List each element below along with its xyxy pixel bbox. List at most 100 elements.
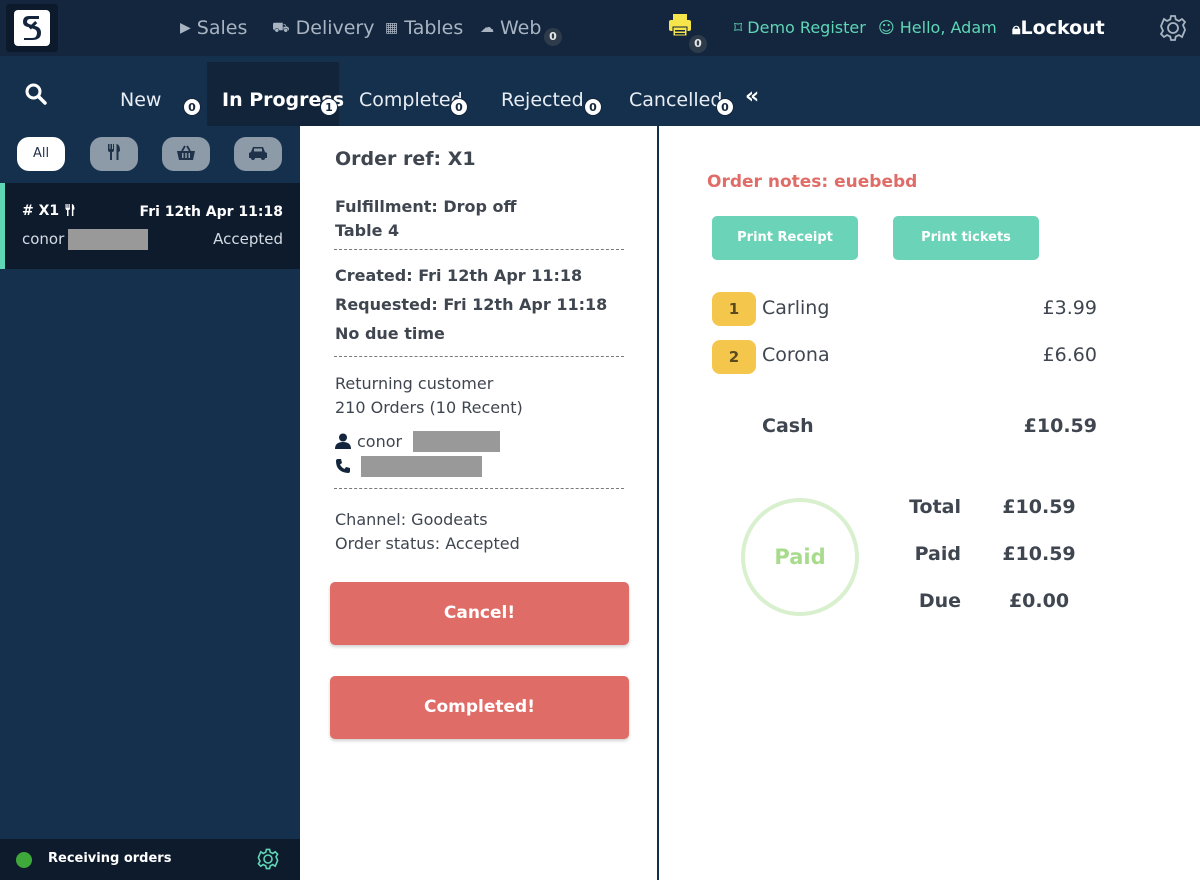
- due-time-text: No due time: [335, 324, 445, 343]
- tab-new[interactable]: New: [120, 62, 161, 126]
- app-logo[interactable]: [6, 4, 58, 52]
- lockout-label: Lockout: [1020, 17, 1105, 39]
- print-receipt-button[interactable]: Print Receipt: [712, 216, 858, 260]
- order-card-status: Accepted: [213, 230, 283, 248]
- order-card-customer: conor: [22, 230, 65, 248]
- register-link[interactable]: ⌑ Demo Register: [734, 18, 866, 38]
- collapse-panel-icon[interactable]: «: [745, 86, 759, 108]
- user-icon: ☺: [878, 18, 900, 37]
- nav-web[interactable]: ☁ Web: [480, 16, 541, 40]
- divider: [334, 488, 624, 489]
- phone-icon: [336, 459, 350, 473]
- cutlery-icon: [108, 144, 120, 160]
- item-name: Carling: [762, 297, 830, 319]
- top-bar: ▶ Sales ⛟ Delivery ▦ Tables ☁ Web 0 0 ⌑ Demo…: [0, 0, 1200, 56]
- cloud-icon: ☁: [480, 20, 494, 36]
- printer-icon[interactable]: [667, 12, 693, 38]
- customer-type-text: Returning customer: [335, 374, 494, 393]
- created-text: Created: Fri 12th Apr 11:18: [335, 266, 583, 285]
- paid-stamp: Paid: [741, 498, 859, 616]
- order-ref-title: Order ref: X1: [335, 148, 476, 170]
- fulfillment-text: Fulfillment: Drop off: [335, 197, 517, 216]
- customer-orders-text: 210 Orders (10 Recent): [335, 398, 523, 417]
- redacted-block: [68, 229, 148, 250]
- requested-text: Requested: Fri 12th Apr 11:18: [335, 295, 608, 314]
- cancel-order-button[interactable]: Cancel!: [330, 582, 629, 645]
- filter-collection[interactable]: [162, 137, 210, 171]
- order-summary-panel: Order notes: euebebd Print Receipt Print…: [661, 126, 1200, 880]
- summary-paid-value: £10.59: [1002, 543, 1076, 565]
- person-icon: [335, 433, 351, 449]
- tab-cancelled-label: Cancelled: [629, 89, 723, 111]
- customer-name-row: conor: [335, 432, 402, 451]
- tab-in-progress-badge: 1: [320, 98, 338, 116]
- cutlery-icon: [65, 204, 75, 216]
- selected-indicator: [0, 183, 5, 269]
- tab-cancelled-badge: 0: [716, 98, 734, 116]
- receiving-orders-status: Receiving orders: [48, 851, 172, 866]
- nav-tables-label: Tables: [404, 17, 464, 39]
- nav-web-label: Web: [500, 17, 542, 39]
- grid-icon: ▦: [385, 20, 399, 36]
- summary-total-value: £10.59: [1002, 496, 1076, 518]
- lock-icon: 🔒︎: [1012, 19, 1021, 38]
- order-details-panel: Order ref: X1 Fulfillment: Drop off Tabl…: [300, 126, 659, 880]
- item-quantity: 1: [712, 292, 756, 326]
- summary-due-value: £0.00: [1008, 590, 1070, 612]
- tab-cancelled[interactable]: Cancelled: [629, 62, 722, 126]
- tab-completed[interactable]: Completed: [359, 62, 463, 126]
- tab-completed-badge: 0: [450, 98, 468, 116]
- order-tabs-bar: New 0 In Progress 1 Completed 0 Rejected…: [0, 56, 1200, 126]
- item-price: £6.60: [1042, 344, 1097, 366]
- redacted-block: [361, 456, 482, 477]
- order-status-text: Order status: Accepted: [335, 534, 520, 553]
- tab-in-progress[interactable]: In Progress: [207, 62, 344, 126]
- tab-rejected[interactable]: Rejected: [501, 62, 584, 126]
- sidebar-footer: Receiving orders: [0, 839, 300, 880]
- filter-dine-in[interactable]: [90, 137, 138, 171]
- summary-due-label: Due: [918, 590, 961, 612]
- tab-completed-label: Completed: [359, 89, 463, 111]
- item-name: Corona: [762, 344, 830, 366]
- orders-sidebar: All # X1 Fri 12th Apr 11:18 conor Accept…: [0, 126, 300, 880]
- search-icon[interactable]: [24, 82, 48, 110]
- logo-icon: [14, 10, 50, 46]
- item-quantity: 2: [712, 340, 756, 374]
- printer-badge: 0: [689, 35, 707, 53]
- payment-amount: £10.59: [1023, 415, 1097, 437]
- order-card-date: Fri 12th Apr 11:18: [139, 204, 283, 220]
- item-price: £3.99: [1042, 297, 1097, 319]
- lockout-button[interactable]: 🔒︎Lockout: [1012, 16, 1105, 41]
- summary-total-label: Total: [909, 496, 961, 518]
- settings-gear-icon[interactable]: [1158, 13, 1188, 47]
- online-status-dot: [16, 852, 32, 868]
- table-text: Table 4: [335, 221, 400, 240]
- gear-icon[interactable]: [256, 847, 280, 875]
- register-label: Demo Register: [747, 18, 866, 37]
- tab-rejected-badge: 0: [584, 98, 602, 116]
- user-greeting[interactable]: ☺ Hello, Adam: [878, 18, 997, 38]
- order-card-id: # X1: [22, 203, 76, 219]
- order-notes: Order notes: euebebd: [707, 172, 918, 192]
- car-icon: [249, 147, 267, 160]
- nav-tables[interactable]: ▦ Tables: [385, 16, 463, 40]
- summary-paid-label: Paid: [914, 543, 961, 565]
- tab-rejected-label: Rejected: [501, 89, 584, 111]
- web-badge: 0: [544, 28, 562, 46]
- channel-text: Channel: Goodeats: [335, 510, 488, 529]
- order-list-item[interactable]: # X1 Fri 12th Apr 11:18 conor Accepted: [0, 183, 300, 269]
- nav-sales-label: Sales: [196, 17, 248, 39]
- tab-new-badge: 0: [183, 98, 201, 116]
- print-tickets-button[interactable]: Print tickets: [893, 216, 1039, 260]
- complete-order-button[interactable]: Completed!: [330, 676, 629, 739]
- customer-phone-row: [335, 457, 351, 476]
- register-icon: ⌑: [734, 18, 748, 37]
- filter-delivery[interactable]: [234, 137, 282, 171]
- user-greeting-label: Hello, Adam: [899, 18, 997, 37]
- divider: [334, 356, 624, 357]
- nav-delivery[interactable]: ⛟ Delivery: [272, 16, 375, 40]
- payment-method: Cash: [762, 415, 814, 437]
- filter-all[interactable]: All: [17, 137, 65, 171]
- nav-sales[interactable]: ▶ Sales: [180, 16, 247, 40]
- play-icon: ▶: [180, 20, 191, 36]
